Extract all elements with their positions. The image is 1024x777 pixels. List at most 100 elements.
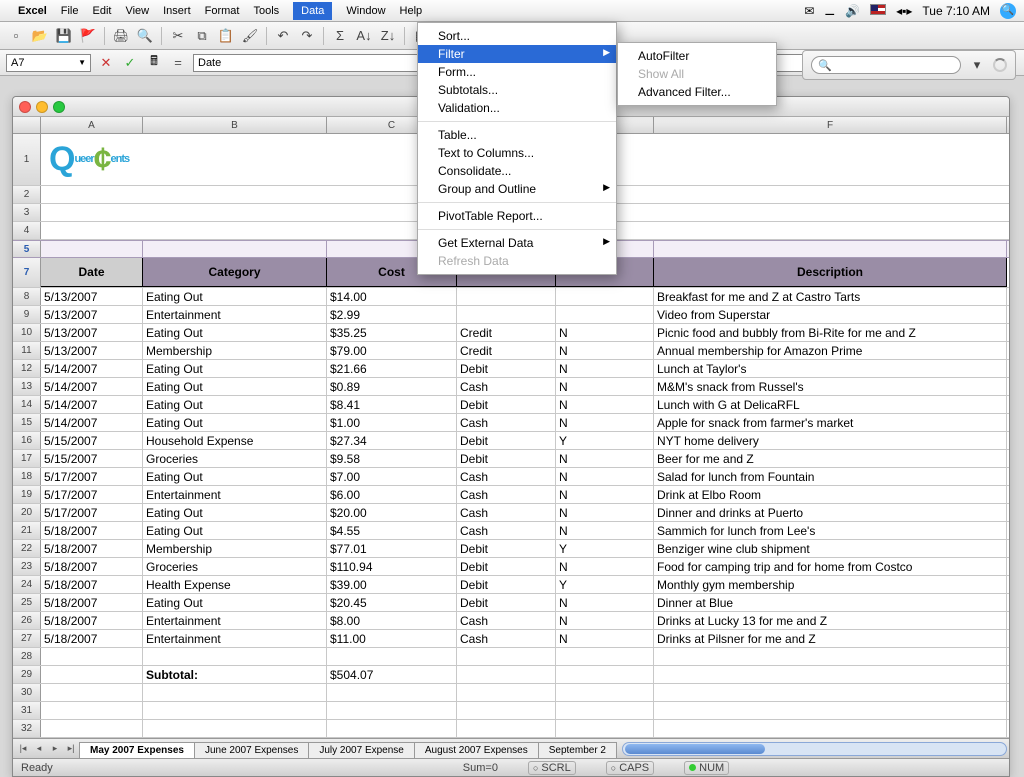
cell[interactable]	[41, 666, 143, 683]
cell[interactable]: Credit	[457, 342, 556, 359]
row-header[interactable]: 20	[13, 504, 41, 521]
cell[interactable]: N	[556, 558, 654, 575]
cell[interactable]: $14.00	[327, 288, 457, 305]
menu-edit[interactable]: Edit	[92, 5, 111, 17]
cell[interactable]	[41, 648, 143, 665]
cell[interactable]: Dinner at Blue	[654, 594, 1007, 611]
tab-last-icon[interactable]: ▸|	[63, 741, 79, 757]
cell[interactable]: M&M's snack from Russel's	[654, 378, 1007, 395]
cell[interactable]	[327, 684, 457, 701]
cell[interactable]: Groceries	[143, 450, 327, 467]
flag-icon[interactable]	[870, 4, 886, 18]
cell[interactable]: 5/17/2007	[41, 486, 143, 503]
cell[interactable]: N	[556, 594, 654, 611]
cell[interactable]: Lunch at Taylor's	[654, 360, 1007, 377]
cell[interactable]: Drinks at Pilsner for me and Z	[654, 630, 1007, 647]
cell[interactable]: N	[556, 630, 654, 647]
cell[interactable]: $8.00	[327, 612, 457, 629]
row-header[interactable]: 3	[13, 204, 41, 221]
cell[interactable]: 5/17/2007	[41, 468, 143, 485]
row-header[interactable]: 9	[13, 306, 41, 323]
row-header[interactable]: 27	[13, 630, 41, 647]
cell[interactable]: Entertainment	[143, 630, 327, 647]
save-icon[interactable]: 💾	[54, 26, 74, 46]
cell[interactable]: NYT home delivery	[654, 432, 1007, 449]
cell[interactable]: 5/13/2007	[41, 306, 143, 323]
cell[interactable]: Eating Out	[143, 360, 327, 377]
row-header[interactable]: 15	[13, 414, 41, 431]
cell[interactable]: Groceries	[143, 558, 327, 575]
cell[interactable]	[654, 666, 1007, 683]
cell[interactable]	[41, 684, 143, 701]
cell[interactable]: 5/18/2007	[41, 594, 143, 611]
menu-item[interactable]: Advanced Filter...	[618, 83, 776, 101]
menu-item[interactable]: Group and Outline▶	[418, 180, 616, 198]
cell[interactable]	[143, 241, 327, 257]
cell[interactable]	[41, 222, 143, 239]
cell[interactable]: Lunch with G at DelicaRFL	[654, 396, 1007, 413]
row-header[interactable]: 10	[13, 324, 41, 341]
cancel-icon[interactable]: ✕	[97, 54, 115, 72]
cell[interactable]: Sammich for lunch from Lee's	[654, 522, 1007, 539]
flag-toolbar-icon[interactable]: 🚩	[78, 26, 98, 46]
cell[interactable]: $504.07	[327, 666, 457, 683]
copy-icon[interactable]: ⧉	[192, 26, 212, 46]
search-input[interactable]: 🔍	[811, 56, 961, 74]
cell[interactable]: 5/13/2007	[41, 342, 143, 359]
cell[interactable]: 5/13/2007	[41, 288, 143, 305]
select-all-corner[interactable]	[13, 117, 41, 133]
cell[interactable]: N	[556, 486, 654, 503]
wifi-icon[interactable]: ⚊	[824, 4, 835, 18]
cell[interactable]: Debit	[457, 432, 556, 449]
cell[interactable]: N	[556, 522, 654, 539]
cell[interactable]	[457, 288, 556, 305]
sort-desc-icon[interactable]: Z↓	[378, 26, 398, 46]
row-header[interactable]: 14	[13, 396, 41, 413]
cell[interactable]: 5/15/2007	[41, 450, 143, 467]
cell[interactable]: Debit	[457, 594, 556, 611]
cell[interactable]: $9.58	[327, 450, 457, 467]
cell[interactable]: Y	[556, 540, 654, 557]
menu-item[interactable]: Validation...	[418, 99, 616, 117]
name-box[interactable]: A7 ▼	[6, 54, 91, 72]
cell[interactable]: Eating Out	[143, 288, 327, 305]
cell[interactable]: 5/14/2007	[41, 396, 143, 413]
close-icon[interactable]	[19, 101, 31, 113]
cell[interactable]	[41, 204, 143, 221]
cell[interactable]	[654, 204, 1007, 221]
cell[interactable]: 5/18/2007	[41, 540, 143, 557]
row-header[interactable]: 23	[13, 558, 41, 575]
menu-item[interactable]: AutoFilter	[618, 47, 776, 65]
menu-data[interactable]: Data	[293, 2, 332, 20]
menu-view[interactable]: View	[125, 5, 149, 17]
row-header[interactable]: 16	[13, 432, 41, 449]
cell[interactable]: $8.41	[327, 396, 457, 413]
menu-format[interactable]: Format	[205, 5, 240, 17]
cell[interactable]: Monthly gym membership	[654, 576, 1007, 593]
cell[interactable]	[654, 222, 1007, 239]
cell[interactable]: Eating Out	[143, 468, 327, 485]
cell[interactable]	[41, 186, 143, 203]
cell[interactable]: 5/15/2007	[41, 432, 143, 449]
menu-item[interactable]: Filter▶	[418, 45, 616, 63]
cell[interactable]: Beer for me and Z	[654, 450, 1007, 467]
cell[interactable]: Eating Out	[143, 378, 327, 395]
row-header[interactable]: 30	[13, 684, 41, 701]
equals-icon[interactable]: =	[169, 54, 187, 72]
cell[interactable]: Eating Out	[143, 324, 327, 341]
cell[interactable]: Dinner and drinks at Puerto	[654, 504, 1007, 521]
sheet-tab[interactable]: May 2007 Expenses	[79, 742, 195, 758]
minimize-icon[interactable]	[36, 101, 48, 113]
cell[interactable]: Drinks at Lucky 13 for me and Z	[654, 612, 1007, 629]
row-header[interactable]: 8	[13, 288, 41, 305]
cell[interactable]: Apple for snack from farmer's market	[654, 414, 1007, 431]
cell[interactable]: 5/18/2007	[41, 522, 143, 539]
menu-item[interactable]: Text to Columns...	[418, 144, 616, 162]
cell[interactable]: N	[556, 378, 654, 395]
cell[interactable]: $79.00	[327, 342, 457, 359]
cell[interactable]: Entertainment	[143, 306, 327, 323]
row-header[interactable]: 7	[13, 258, 41, 287]
horizontal-scrollbar[interactable]	[622, 742, 1007, 756]
cell[interactable]: $110.94	[327, 558, 457, 575]
fx-icon[interactable]: 🖩	[145, 54, 163, 72]
